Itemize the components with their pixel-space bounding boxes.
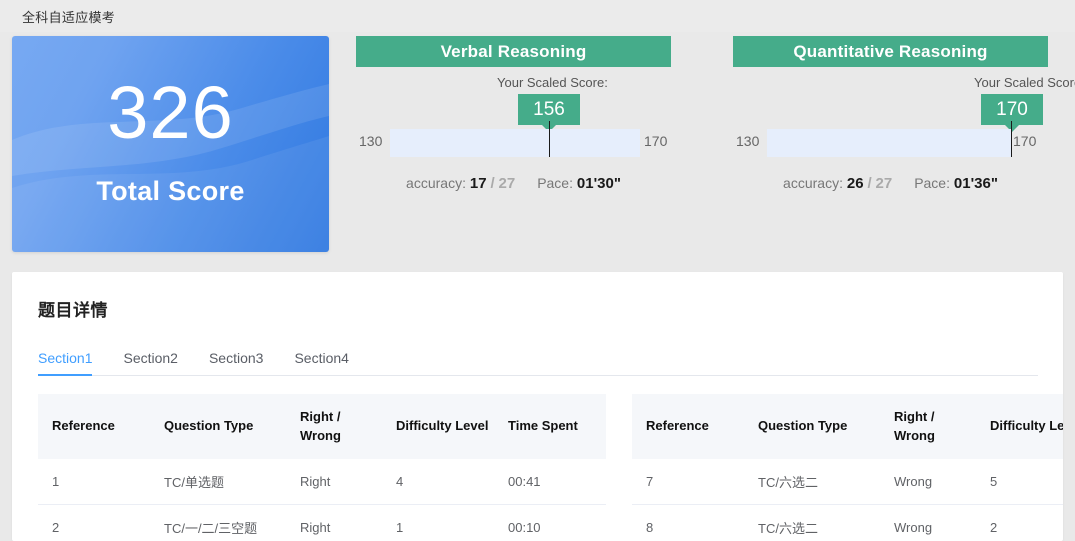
table-row[interactable]: 2 TC/一/二/三空题 Right 1 00:10 bbox=[38, 504, 606, 541]
quant-accuracy-correct: 26 bbox=[846, 175, 864, 192]
cell-time-spent: 00:10 bbox=[494, 504, 606, 541]
cell-time-spent: 00:41 bbox=[494, 459, 606, 505]
question-tables: Reference Question Type Right / Wrong Di… bbox=[38, 394, 1063, 541]
quant-accuracy: accuracy: 26 / 27 bbox=[783, 175, 892, 192]
quant-range-min: 130 bbox=[736, 133, 760, 149]
quant-scaled-score-gauge: Your Scaled Score: 170 130 170 accuracy:… bbox=[733, 69, 1075, 192]
quant-pace: Pace: 01'36" bbox=[914, 175, 998, 192]
question-table-right: Reference Question Type Right / Wrong Di… bbox=[632, 394, 1063, 541]
cell-reference: 7 bbox=[632, 459, 744, 505]
tab-section3[interactable]: Section3 bbox=[209, 343, 263, 375]
tab-section2[interactable]: Section2 bbox=[123, 343, 177, 375]
table-header-row: Reference Question Type Right / Wrong Di… bbox=[632, 394, 1063, 459]
column-header-right-wrong: Right / Wrong bbox=[880, 394, 976, 459]
cell-difficulty: 1 bbox=[382, 504, 494, 541]
verbal-score-tick bbox=[549, 121, 550, 157]
quant-section-title: Quantitative Reasoning bbox=[733, 36, 1048, 67]
verbal-scaled-caption: Your Scaled Score: bbox=[497, 75, 608, 90]
quant-score-tick bbox=[1011, 121, 1012, 157]
quant-accuracy-total: 27 bbox=[875, 175, 893, 192]
verbal-range-max: 170 bbox=[644, 133, 668, 149]
cell-reference: 1 bbox=[38, 459, 150, 505]
section-tabs: Section1 Section2 Section3 Section4 bbox=[38, 343, 1038, 376]
quant-pace-label: Pace: bbox=[914, 175, 950, 191]
verbal-range-min: 130 bbox=[359, 133, 383, 149]
question-detail-card: 题目详情 Section1 Section2 Section3 Section4… bbox=[12, 272, 1063, 541]
table-row[interactable]: 1 TC/单选题 Right 4 00:41 bbox=[38, 459, 606, 505]
cell-question-type: TC/一/二/三空题 bbox=[150, 504, 286, 541]
results-page: 全科自适应模考 326 Total Score Verbal Reasoning… bbox=[0, 0, 1075, 541]
table-row[interactable]: 7 TC/六选二 Wrong 5 01:37 bbox=[632, 459, 1063, 505]
cell-difficulty: 2 bbox=[976, 504, 1063, 541]
table-header-row: Reference Question Type Right / Wrong Di… bbox=[38, 394, 606, 459]
quant-range-max: 170 bbox=[1013, 133, 1037, 149]
quant-pace-value: 01'36" bbox=[953, 175, 998, 192]
app-header: 全科自适应模考 bbox=[0, 0, 1075, 32]
column-header-right-wrong: Right / Wrong bbox=[286, 394, 382, 459]
column-header-difficulty: Difficulty Level bbox=[382, 394, 494, 459]
quant-scaled-caption: Your Scaled Score: bbox=[974, 75, 1075, 90]
column-header-reference: Reference bbox=[632, 394, 744, 459]
cell-difficulty: 5 bbox=[976, 459, 1063, 505]
cell-right-wrong: Wrong bbox=[880, 459, 976, 505]
detail-section-title: 题目详情 bbox=[38, 301, 108, 320]
verbal-accuracy-total: 27 bbox=[498, 175, 516, 192]
cell-question-type: TC/六选二 bbox=[744, 504, 880, 541]
quant-range-bar bbox=[767, 121, 1012, 157]
verbal-accuracy-label: accuracy: bbox=[406, 175, 466, 191]
cell-reference: 2 bbox=[38, 504, 150, 541]
cell-difficulty: 4 bbox=[382, 459, 494, 505]
verbal-pace: Pace: 01'30" bbox=[537, 175, 621, 192]
page-title: 全科自适应模考 bbox=[22, 9, 116, 25]
cell-reference: 8 bbox=[632, 504, 744, 541]
cell-question-type: TC/六选二 bbox=[744, 459, 880, 505]
verbal-accuracy-correct: 17 bbox=[469, 175, 487, 192]
verbal-range-row: 130 170 bbox=[356, 121, 671, 157]
cell-right-wrong: Right bbox=[286, 459, 382, 505]
quant-accuracy-label: accuracy: bbox=[783, 175, 843, 191]
verbal-pace-label: Pace: bbox=[537, 175, 573, 191]
cell-right-wrong: Wrong bbox=[880, 504, 976, 541]
tab-section1[interactable]: Section1 bbox=[38, 343, 93, 376]
cell-question-type: TC/单选题 bbox=[150, 459, 286, 505]
quant-scaled-score-badge: 170 bbox=[981, 94, 1043, 125]
score-summary-band: 326 Total Score Verbal Reasoning Your Sc… bbox=[0, 32, 1075, 260]
column-header-question-type: Question Type bbox=[150, 394, 286, 459]
tab-section4[interactable]: Section4 bbox=[294, 343, 348, 375]
total-score-card: 326 Total Score bbox=[12, 36, 329, 252]
column-header-question-type: Question Type bbox=[744, 394, 880, 459]
cell-right-wrong: Right bbox=[286, 504, 382, 541]
column-header-time-spent: Time Spent bbox=[494, 394, 606, 459]
quantitative-reasoning-block: Quantitative Reasoning Your Scaled Score… bbox=[733, 36, 1075, 192]
verbal-accuracy: accuracy: 17 / 27 bbox=[406, 175, 515, 192]
verbal-stats-row: accuracy: 17 / 27 Pace: 01'30" bbox=[356, 175, 671, 192]
verbal-section-title: Verbal Reasoning bbox=[356, 36, 671, 67]
total-score-label: Total Score bbox=[96, 175, 245, 206]
quant-stats-row: accuracy: 26 / 27 Pace: 01'36" bbox=[733, 175, 1048, 192]
total-score-value: 326 bbox=[107, 70, 234, 154]
verbal-range-bar bbox=[390, 121, 640, 157]
quant-range-row: 130 170 bbox=[733, 121, 1048, 157]
quant-accuracy-separator: / bbox=[867, 175, 872, 192]
verbal-pace-value: 01'30" bbox=[576, 175, 621, 192]
table-row[interactable]: 8 TC/六选二 Wrong 2 01:40 bbox=[632, 504, 1063, 541]
column-header-difficulty: Difficulty Level bbox=[976, 394, 1063, 459]
question-table-left: Reference Question Type Right / Wrong Di… bbox=[38, 394, 606, 541]
column-header-reference: Reference bbox=[38, 394, 150, 459]
verbal-accuracy-separator: / bbox=[490, 175, 495, 192]
verbal-scaled-score-gauge: Your Scaled Score: 156 130 170 accuracy:… bbox=[356, 69, 671, 192]
verbal-reasoning-block: Verbal Reasoning Your Scaled Score: 156 … bbox=[356, 36, 671, 192]
